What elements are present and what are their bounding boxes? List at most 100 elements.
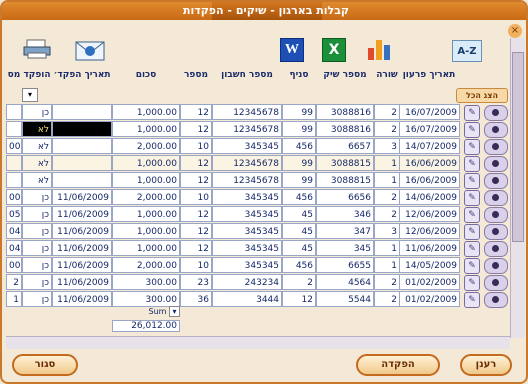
excel-export-icon[interactable]: X bbox=[322, 38, 346, 62]
cell-dep_date[interactable] bbox=[52, 121, 112, 137]
cell-date[interactable]: 14/07/2009 bbox=[398, 138, 460, 154]
cell-num[interactable]: 12 bbox=[180, 121, 212, 137]
view-eye-icon[interactable] bbox=[484, 207, 508, 223]
cell-bank[interactable]: 00 bbox=[6, 138, 22, 154]
cell-line[interactable]: 2 bbox=[374, 274, 400, 290]
edit-pencil-icon[interactable]: ✎ bbox=[464, 292, 480, 308]
cell-deposited[interactable]: כן bbox=[22, 291, 52, 307]
deposit-button[interactable]: הפקדה bbox=[356, 354, 440, 376]
table-row[interactable]: 16/06/2009 1 3088815 99 12345678 12 1,000.00 לא… bbox=[6, 172, 508, 189]
cell-date[interactable]: 14/05/2009 bbox=[398, 257, 460, 273]
cell-dep_date[interactable]: 11/06/2009 bbox=[52, 274, 112, 290]
cell-cheque[interactable]: 6655 bbox=[316, 257, 374, 273]
cell-num[interactable]: 12 bbox=[180, 240, 212, 256]
col-header-line[interactable]: שורה bbox=[374, 70, 400, 80]
cell-branch[interactable]: 99 bbox=[282, 172, 316, 188]
cell-num[interactable]: 36 bbox=[180, 291, 212, 307]
word-export-icon[interactable]: W bbox=[280, 38, 304, 62]
horizontal-scrollbar[interactable] bbox=[6, 336, 510, 349]
edit-pencil-icon[interactable]: ✎ bbox=[464, 173, 480, 189]
cell-cheque[interactable]: 5544 bbox=[316, 291, 374, 307]
col-header-number[interactable]: מספר bbox=[180, 70, 212, 80]
cell-date[interactable]: 12/06/2009 bbox=[398, 206, 460, 222]
cell-num[interactable]: 12 bbox=[180, 155, 212, 171]
cell-line[interactable]: 1 bbox=[374, 240, 400, 256]
cell-deposited[interactable]: כן bbox=[22, 206, 52, 222]
col-header-bank[interactable]: מס bbox=[6, 70, 22, 80]
table-row[interactable]: 12/06/2009 2 346 45 345345 12 1,000.00 11/06/20… bbox=[6, 206, 508, 223]
table-row[interactable]: 14/07/2009 3 6657 456 345345 10 2,000.00 לא 00 ✎ bbox=[6, 138, 508, 155]
cell-bank[interactable] bbox=[6, 172, 22, 188]
cell-deposited[interactable]: כן bbox=[22, 104, 52, 120]
sort-icon[interactable]: A-Z bbox=[452, 40, 482, 62]
cell-bank[interactable] bbox=[6, 104, 22, 120]
edit-pencil-icon[interactable]: ✎ bbox=[464, 122, 480, 138]
cell-dep_date[interactable] bbox=[52, 104, 112, 120]
cell-num[interactable]: 12 bbox=[180, 223, 212, 239]
cell-dep_date[interactable] bbox=[52, 138, 112, 154]
cell-branch[interactable]: 99 bbox=[282, 155, 316, 171]
cell-date[interactable]: 16/07/2009 bbox=[398, 121, 460, 137]
cell-deposited[interactable]: כן bbox=[22, 240, 52, 256]
cell-cheque[interactable]: 3088816 bbox=[316, 104, 374, 120]
table-row[interactable]: 14/05/2009 1 6655 456 345345 10 2,000.00 11/06/… bbox=[6, 257, 508, 274]
table-row[interactable]: 01/02/2009 2 4564 2 243234 23 300.00 11/06/2009… bbox=[6, 274, 508, 291]
view-eye-icon[interactable] bbox=[484, 173, 508, 189]
cell-cheque[interactable]: 3088816 bbox=[316, 121, 374, 137]
view-eye-icon[interactable] bbox=[484, 241, 508, 257]
cell-line[interactable]: 2 bbox=[374, 104, 400, 120]
cell-date[interactable]: 01/02/2009 bbox=[398, 274, 460, 290]
edit-pencil-icon[interactable]: ✎ bbox=[464, 190, 480, 206]
cell-amount[interactable]: 1,000.00 bbox=[112, 206, 180, 222]
cell-line[interactable]: 2 bbox=[374, 291, 400, 307]
view-eye-icon[interactable] bbox=[484, 190, 508, 206]
cell-dep_date[interactable]: 11/06/2009 bbox=[52, 291, 112, 307]
edit-pencil-icon[interactable]: ✎ bbox=[464, 156, 480, 172]
cell-account[interactable]: 3444 bbox=[212, 291, 282, 307]
cell-bank[interactable] bbox=[6, 121, 22, 137]
cell-account[interactable]: 12345678 bbox=[212, 155, 282, 171]
cell-cheque[interactable]: 347 bbox=[316, 223, 374, 239]
cell-amount[interactable]: 1,000.00 bbox=[112, 223, 180, 239]
cell-num[interactable]: 12 bbox=[180, 172, 212, 188]
cell-bank[interactable] bbox=[6, 155, 22, 171]
table-row[interactable]: 16/06/2009 1 3088815 99 12345678 12 1,000.00 לא… bbox=[6, 155, 508, 172]
col-header-account[interactable]: מספר חשבון bbox=[212, 70, 282, 80]
cell-date[interactable]: 11/06/2009 bbox=[398, 240, 460, 256]
cell-deposited[interactable]: לא bbox=[22, 172, 52, 188]
cell-dep_date[interactable] bbox=[52, 172, 112, 188]
cell-amount[interactable]: 2,000.00 bbox=[112, 138, 180, 154]
cell-amount[interactable]: 1,000.00 bbox=[112, 121, 180, 137]
cell-dep_date[interactable]: 11/06/2009 bbox=[52, 206, 112, 222]
cell-date[interactable]: 14/06/2009 bbox=[398, 189, 460, 205]
cell-deposited[interactable]: כן bbox=[22, 189, 52, 205]
cell-branch[interactable]: 12 bbox=[282, 291, 316, 307]
view-eye-icon[interactable] bbox=[484, 224, 508, 240]
edit-pencil-icon[interactable]: ✎ bbox=[464, 241, 480, 257]
col-header-branch[interactable]: סניף bbox=[282, 70, 316, 80]
edit-pencil-icon[interactable]: ✎ bbox=[464, 105, 480, 121]
cell-branch[interactable]: 456 bbox=[282, 257, 316, 273]
cell-branch[interactable]: 456 bbox=[282, 189, 316, 205]
cell-deposited[interactable]: לא bbox=[22, 155, 52, 171]
view-eye-icon[interactable] bbox=[484, 122, 508, 138]
cell-cheque[interactable]: 345 bbox=[316, 240, 374, 256]
cell-dep_date[interactable]: 11/06/2009 bbox=[52, 240, 112, 256]
cell-cheque[interactable]: 3088815 bbox=[316, 155, 374, 171]
cell-line[interactable]: 3 bbox=[374, 223, 400, 239]
cell-account[interactable]: 345345 bbox=[212, 223, 282, 239]
cell-cheque[interactable]: 6656 bbox=[316, 189, 374, 205]
cell-num[interactable]: 10 bbox=[180, 189, 212, 205]
cell-amount[interactable]: 1,000.00 bbox=[112, 240, 180, 256]
cell-account[interactable]: 345345 bbox=[212, 240, 282, 256]
cell-bank[interactable]: 2 bbox=[6, 274, 22, 290]
cell-branch[interactable]: 45 bbox=[282, 240, 316, 256]
cell-date[interactable]: 16/06/2009 bbox=[398, 172, 460, 188]
cell-account[interactable]: 12345678 bbox=[212, 104, 282, 120]
cell-date[interactable]: 16/07/2009 bbox=[398, 104, 460, 120]
printer-icon[interactable] bbox=[22, 38, 52, 60]
cell-amount[interactable]: 1,000.00 bbox=[112, 172, 180, 188]
chart-icon[interactable] bbox=[366, 36, 392, 62]
cell-deposited[interactable]: לא bbox=[22, 138, 52, 154]
view-eye-icon[interactable] bbox=[484, 139, 508, 155]
